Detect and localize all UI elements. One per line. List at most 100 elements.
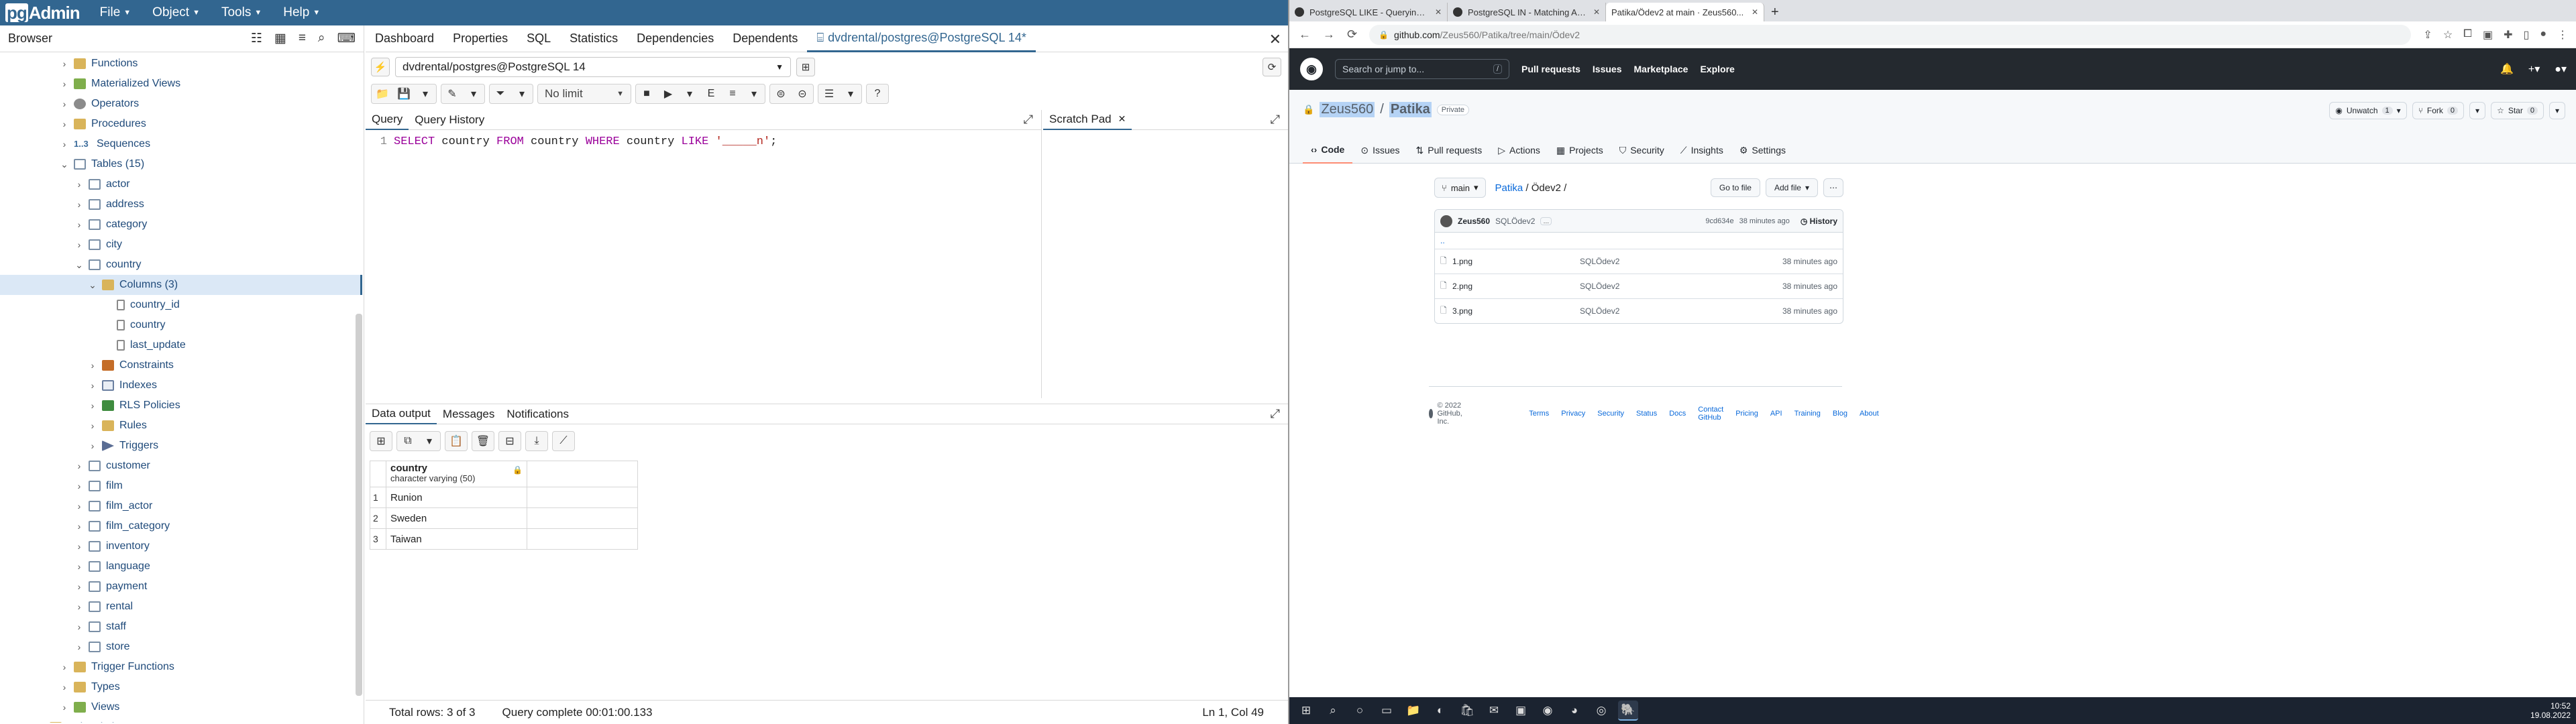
tree-item[interactable]: › Views <box>0 697 119 717</box>
star-button[interactable]: ☆ Star 0 <box>2491 102 2544 119</box>
chevron-right-icon[interactable]: › <box>74 642 85 652</box>
commit-sha[interactable]: 9cd634e <box>1705 217 1733 225</box>
chevron-right-icon[interactable]: › <box>59 58 70 69</box>
filter-dropdown-icon[interactable]: ▾ <box>511 84 533 104</box>
tab-sql[interactable]: SQL <box>517 25 560 52</box>
explain-icon[interactable]: E <box>700 84 722 104</box>
commit-author[interactable]: Zeus560 <box>1458 217 1490 226</box>
tree-item[interactable]: › Trigger Functions <box>0 657 174 677</box>
file-name-link[interactable]: 2.png <box>1452 282 1580 291</box>
tree-item[interactable]: ⌄ Tables (15) <box>0 154 144 174</box>
chrome-icon[interactable]: ◎ <box>1591 701 1611 721</box>
start-icon[interactable]: ⊞ <box>1296 701 1316 721</box>
repo-nav-settings[interactable]: ⚙ Settings <box>1731 137 1794 164</box>
repo-nav-projects[interactable]: ▦ Projects <box>1548 137 1611 164</box>
copy-dropdown-icon[interactable]: ▾ <box>419 431 440 451</box>
star-dropdown-button[interactable]: ▾ <box>2548 102 2565 119</box>
chevron-right-icon[interactable]: › <box>59 662 70 672</box>
tab-query-history[interactable]: Query History <box>409 110 490 130</box>
object-explorer-icon[interactable]: ☷ <box>251 31 262 46</box>
bell-icon[interactable]: 🔔 <box>2500 62 2514 76</box>
menu-object[interactable]: Object ▼ <box>142 0 211 25</box>
tab-scratch-pad[interactable]: Scratch Pad ✕ <box>1043 110 1132 130</box>
repo-nav-code[interactable]: ‹› Code <box>1303 137 1353 164</box>
chevron-right-icon[interactable]: › <box>74 219 85 230</box>
commit-icon[interactable]: ⊜ <box>770 84 792 104</box>
footer-link[interactable]: API <box>1770 410 1782 418</box>
pgadmin-taskbar-icon[interactable]: 🐘 <box>1618 701 1638 721</box>
table-row[interactable]: 3 Taiwan <box>370 529 638 550</box>
save-data-icon[interactable]: ⊟ <box>499 431 521 451</box>
tree-item[interactable]: › Operators <box>0 94 139 114</box>
chevron-down-icon[interactable]: ⌄ <box>74 259 85 271</box>
save-dropdown-icon[interactable]: ▾ <box>415 84 436 104</box>
browser-tab[interactable]: PostgreSQL IN - Matching Again... ✕ <box>1448 3 1606 21</box>
paste-icon[interactable]: 📋 <box>445 431 467 451</box>
tree-item[interactable]: › inventory <box>0 536 150 556</box>
avatar[interactable] <box>1440 215 1452 227</box>
close-icon[interactable]: ✕ <box>1118 113 1126 125</box>
edge-icon[interactable]: ◐ <box>1430 701 1450 721</box>
nav-pull-requests[interactable]: Pull requests <box>1521 64 1580 74</box>
refresh-icon[interactable]: ⟳ <box>1263 58 1281 76</box>
tree-item[interactable]: › RLS Policies <box>0 396 180 416</box>
footer-link[interactable]: Blog <box>1833 410 1847 418</box>
chevron-down-icon[interactable]: ⌄ <box>59 159 70 170</box>
footer-link[interactable]: Contact GitHub <box>1698 406 1723 422</box>
tree-item[interactable]: › customer <box>0 456 150 476</box>
tab-messages[interactable]: Messages <box>437 404 500 424</box>
chevron-right-icon[interactable]: › <box>59 682 70 692</box>
tree-item[interactable]: › Materialized Views <box>0 74 180 94</box>
tree-item[interactable]: › Functions <box>0 54 138 74</box>
commit-message[interactable]: SQLÖdev2 <box>1495 217 1535 226</box>
tab-statistics[interactable]: Statistics <box>560 25 627 52</box>
row-limit-select[interactable]: No limit ▼ <box>537 84 631 104</box>
menu-file[interactable]: File ▼ <box>89 0 142 25</box>
back-icon[interactable]: ← <box>1299 27 1311 42</box>
column-header[interactable]: country character varying (50) <box>386 461 527 487</box>
chevron-right-icon[interactable]: › <box>74 179 85 190</box>
tree-item[interactable]: country_id <box>0 295 180 315</box>
tree-scrollbar[interactable] <box>356 314 362 696</box>
chevron-down-icon[interactable]: ⌄ <box>87 280 98 291</box>
download-icon[interactable]: ⤓ <box>526 431 547 451</box>
chevron-right-icon[interactable]: › <box>74 541 85 552</box>
chevron-right-icon[interactable]: › <box>74 581 85 592</box>
manage-connections-icon[interactable]: ⊞ <box>796 58 815 76</box>
chevron-right-icon[interactable]: › <box>87 420 98 431</box>
close-icon[interactable]: ✕ <box>1435 7 1442 17</box>
search-icon[interactable]: ⌕ <box>318 31 325 46</box>
query-tool-icon[interactable]: ⌨ <box>337 31 356 46</box>
avatar[interactable]: ●▾ <box>2555 62 2567 76</box>
table-row[interactable]: 1 Runion <box>370 487 638 508</box>
tree-item[interactable]: › address <box>0 194 144 215</box>
tree-item[interactable]: ⌄ country <box>0 255 141 275</box>
menu-tools[interactable]: Tools ▼ <box>211 0 272 25</box>
branch-select[interactable]: ⑂ main ▾ <box>1434 178 1486 198</box>
cortana-icon[interactable]: ○ <box>1350 701 1370 721</box>
tree-item[interactable]: › payment <box>0 577 147 597</box>
tree-item[interactable]: › category <box>0 215 147 235</box>
file-commit-message[interactable]: SQLÖdev2 <box>1580 282 1782 291</box>
footer-link[interactable]: About <box>1860 410 1879 418</box>
new-tab-icon[interactable]: + <box>1764 3 1786 21</box>
tab-dependencies[interactable]: Dependencies <box>627 25 723 52</box>
row-number[interactable]: 2 <box>370 508 386 528</box>
extension-icon[interactable]: ▣ <box>2483 28 2493 42</box>
footer-link[interactable]: Training <box>1794 410 1821 418</box>
tree-item[interactable]: › Rules <box>0 416 147 436</box>
open-file-icon[interactable]: 📁 <box>372 84 393 104</box>
tree-item[interactable]: › staff <box>0 617 126 637</box>
file-row[interactable]: 🗋 1.png SQLÖdev2 38 minutes ago <box>1435 249 1843 274</box>
file-row[interactable]: 🗋 2.png SQLÖdev2 38 minutes ago <box>1435 274 1843 298</box>
repo-nav-insights[interactable]: ⟋ Insights <box>1672 137 1731 164</box>
sql-editor[interactable]: 1 SELECT country FROM country WHERE coun… <box>366 131 1041 398</box>
tree-item[interactable]: › Subscriptions <box>0 717 131 723</box>
tree-item[interactable]: › language <box>0 556 150 577</box>
filter-rows-icon[interactable]: ≡ <box>299 31 306 46</box>
rollback-icon[interactable]: ⊝ <box>792 84 813 104</box>
connection-select[interactable]: dvdrental/postgres@PostgreSQL 14 ▼ <box>395 57 791 77</box>
search-icon[interactable]: ⌕ <box>1323 701 1343 721</box>
chevron-right-icon[interactable]: › <box>59 78 70 89</box>
nav-explore[interactable]: Explore <box>1700 64 1734 74</box>
